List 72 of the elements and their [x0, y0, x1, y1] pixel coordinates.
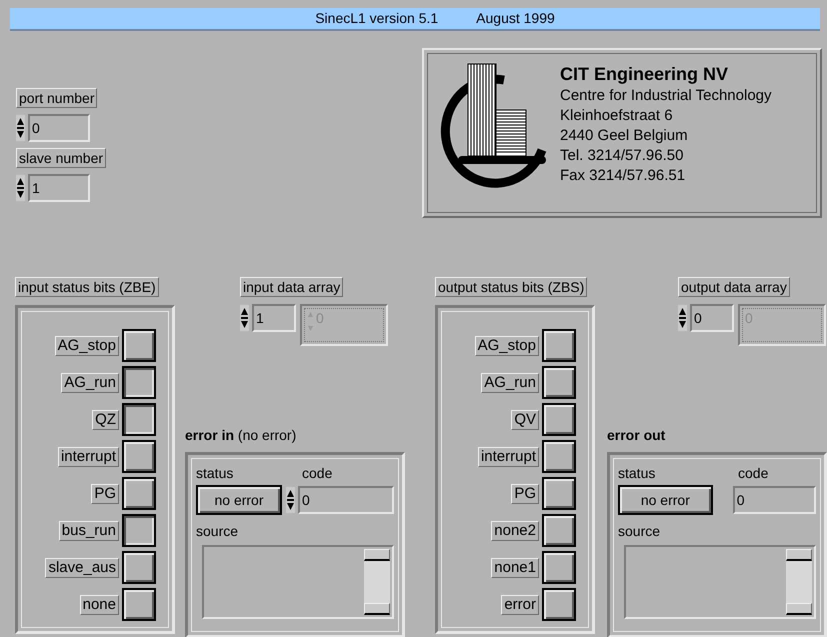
source-label: source: [196, 523, 240, 539]
control-label: input data array: [240, 277, 344, 297]
cluster-title: error in: [185, 427, 234, 443]
source-label: source: [618, 523, 662, 539]
numeric-field[interactable]: 0: [298, 486, 394, 514]
cluster-title: error out: [607, 427, 666, 443]
code-field: 0: [732, 486, 816, 514]
increment-decrement-icon[interactable]: [286, 487, 295, 513]
company-address-line: Centre for Industrial Technology: [560, 86, 772, 106]
control-label: QZ: [92, 410, 119, 430]
increment-decrement-icon[interactable]: [16, 175, 25, 201]
control-label: QV: [511, 410, 539, 430]
control-label: error: [501, 594, 539, 614]
toggle-button[interactable]: [122, 588, 156, 621]
toggle-button[interactable]: [122, 440, 156, 473]
numeric-field[interactable]: 0: [690, 304, 734, 332]
control-label: none1: [491, 558, 539, 578]
control-label: PG: [91, 484, 119, 504]
control-label: none2: [491, 520, 539, 540]
toggle-button[interactable]: [122, 366, 156, 399]
control-label: slave number: [16, 148, 106, 168]
company-address-line: Fax 3214/57.96.51: [560, 166, 686, 186]
control-label: AG_stop: [54, 336, 119, 356]
status-button[interactable]: no error: [618, 485, 713, 515]
company-address-line: Tel. 3214/57.96.50: [560, 146, 684, 166]
numeric-field[interactable]: 1: [252, 304, 296, 332]
status-label: status: [196, 465, 234, 481]
toggle-button[interactable]: [122, 477, 156, 510]
window-title: SinecL1 version 5.1: [315, 9, 438, 28]
toggle-button[interactable]: [542, 329, 576, 362]
control-label: PG: [511, 484, 539, 504]
control-label: AG_run: [61, 372, 119, 392]
control-label: interrupt: [478, 446, 539, 466]
control-label: none: [80, 594, 119, 614]
toggle-button[interactable]: [122, 551, 156, 584]
increment-decrement-icon[interactable]: [16, 115, 25, 141]
control-label: input status bits (ZBE): [15, 277, 159, 297]
company-name: CIT Engineering NV: [560, 63, 730, 86]
control-label: AG_run: [481, 372, 539, 392]
status-button[interactable]: no error: [196, 485, 282, 515]
scrollbar[interactable]: [786, 549, 812, 615]
code-label: code: [737, 465, 768, 481]
toggle-button[interactable]: [542, 366, 576, 399]
status-label: status: [618, 465, 656, 481]
toggle-button[interactable]: [542, 514, 576, 547]
control-label: AG_stop: [474, 336, 539, 356]
cluster-hint: (no error): [236, 427, 296, 443]
control-label: output status bits (ZBS): [435, 277, 588, 297]
company-address-line: Kleinhoefstraat 6: [560, 106, 674, 126]
scrollbar[interactable]: [364, 549, 390, 615]
control-label: interrupt: [58, 446, 119, 466]
company-address-line: 2440 Geel Belgium: [560, 126, 689, 146]
toggle-button[interactable]: [542, 477, 576, 510]
source-field[interactable]: [202, 545, 394, 619]
control-label: slave_aus: [45, 558, 119, 578]
toggle-button[interactable]: [542, 588, 576, 621]
version-date: August 1999: [476, 9, 555, 28]
code-label: code: [302, 465, 332, 481]
toggle-button[interactable]: [542, 551, 576, 584]
increment-decrement-icon[interactable]: [240, 305, 249, 331]
toggle-button[interactable]: [122, 329, 156, 362]
numeric-field[interactable]: 1: [28, 174, 90, 202]
control-label: port number: [16, 88, 98, 108]
control-label: output data array: [678, 277, 790, 297]
source-field[interactable]: [624, 545, 816, 619]
toggle-button[interactable]: [542, 440, 576, 473]
increment-decrement-icon[interactable]: [678, 305, 687, 331]
toggle-button[interactable]: [122, 514, 156, 547]
toggle-button[interactable]: [122, 403, 156, 436]
control-label: bus_run: [58, 520, 119, 540]
toggle-button[interactable]: [542, 403, 576, 436]
numeric-field[interactable]: 0: [28, 114, 90, 142]
